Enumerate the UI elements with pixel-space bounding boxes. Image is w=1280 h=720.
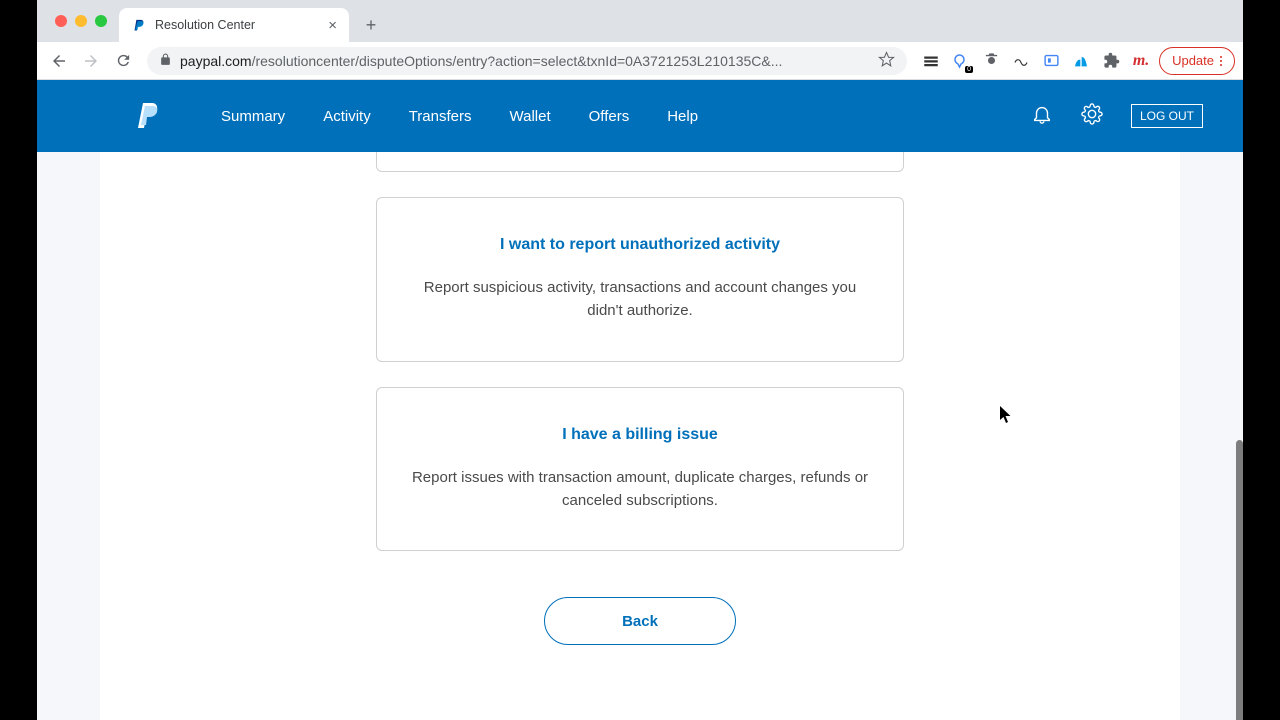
close-tab-button[interactable]: × — [328, 17, 337, 34]
bell-icon[interactable] — [1031, 103, 1053, 130]
extension-icons: 0 m. — [917, 51, 1155, 71]
option-title: I have a billing issue — [407, 426, 873, 444]
extension-icon-3[interactable] — [981, 51, 1001, 71]
page-content: Summary Activity Transfers Wallet Offers… — [37, 80, 1243, 720]
content-area: I want to report unauthorized activity R… — [100, 152, 1180, 720]
bookmark-star-icon[interactable] — [878, 51, 895, 71]
forward-button[interactable] — [77, 47, 105, 75]
nav-help[interactable]: Help — [667, 108, 698, 125]
extension-icon-6[interactable] — [1071, 51, 1091, 71]
browser-toolbar: paypal.com/resolutioncenter/disputeOptio… — [37, 42, 1243, 80]
extension-icon-5[interactable] — [1041, 51, 1061, 71]
extension-icon-4[interactable] — [1011, 51, 1031, 71]
nav-activity[interactable]: Activity — [323, 108, 371, 125]
scrollbar-thumb[interactable] — [1236, 440, 1243, 720]
new-tab-button[interactable]: + — [357, 11, 385, 39]
logout-button[interactable]: LOG OUT — [1131, 104, 1203, 128]
nav-offers[interactable]: Offers — [589, 108, 630, 125]
option-unauthorized-activity[interactable]: I want to report unauthorized activity R… — [376, 197, 904, 362]
back-button[interactable] — [45, 47, 73, 75]
nav-summary[interactable]: Summary — [221, 108, 285, 125]
paypal-logo[interactable] — [137, 102, 161, 130]
close-window-button[interactable] — [55, 15, 67, 27]
paypal-favicon — [131, 17, 147, 33]
extension-icon-m[interactable]: m. — [1131, 51, 1151, 71]
lock-icon — [159, 53, 172, 69]
option-billing-issue[interactable]: I have a billing issue Report issues wit… — [376, 387, 904, 552]
reload-button[interactable] — [109, 47, 137, 75]
option-card-partial[interactable] — [376, 152, 904, 172]
address-bar[interactable]: paypal.com/resolutioncenter/disputeOptio… — [147, 47, 907, 75]
extensions-puzzle-icon[interactable] — [1101, 51, 1121, 71]
nav-transfers[interactable]: Transfers — [409, 108, 472, 125]
main-nav: Summary Activity Transfers Wallet Offers… — [37, 80, 1243, 152]
extension-icon-1[interactable] — [921, 51, 941, 71]
option-desc: Report suspicious activity, transactions… — [407, 276, 873, 323]
option-desc: Report issues with transaction amount, d… — [407, 466, 873, 513]
update-button[interactable]: Update — [1159, 47, 1235, 75]
maximize-window-button[interactable] — [95, 15, 107, 27]
tab-title: Resolution Center — [155, 18, 255, 32]
back-button[interactable]: Back — [544, 597, 736, 645]
option-title: I want to report unauthorized activity — [407, 236, 873, 254]
browser-tab[interactable]: Resolution Center × — [119, 8, 349, 42]
extension-icon-2[interactable]: 0 — [951, 51, 971, 71]
browser-tab-bar: Resolution Center × + — [37, 0, 1243, 42]
minimize-window-button[interactable] — [75, 15, 87, 27]
gear-icon[interactable] — [1081, 103, 1103, 130]
url-text: paypal.com/resolutioncenter/disputeOptio… — [180, 53, 782, 69]
nav-wallet[interactable]: Wallet — [510, 108, 551, 125]
window-controls — [47, 0, 119, 42]
